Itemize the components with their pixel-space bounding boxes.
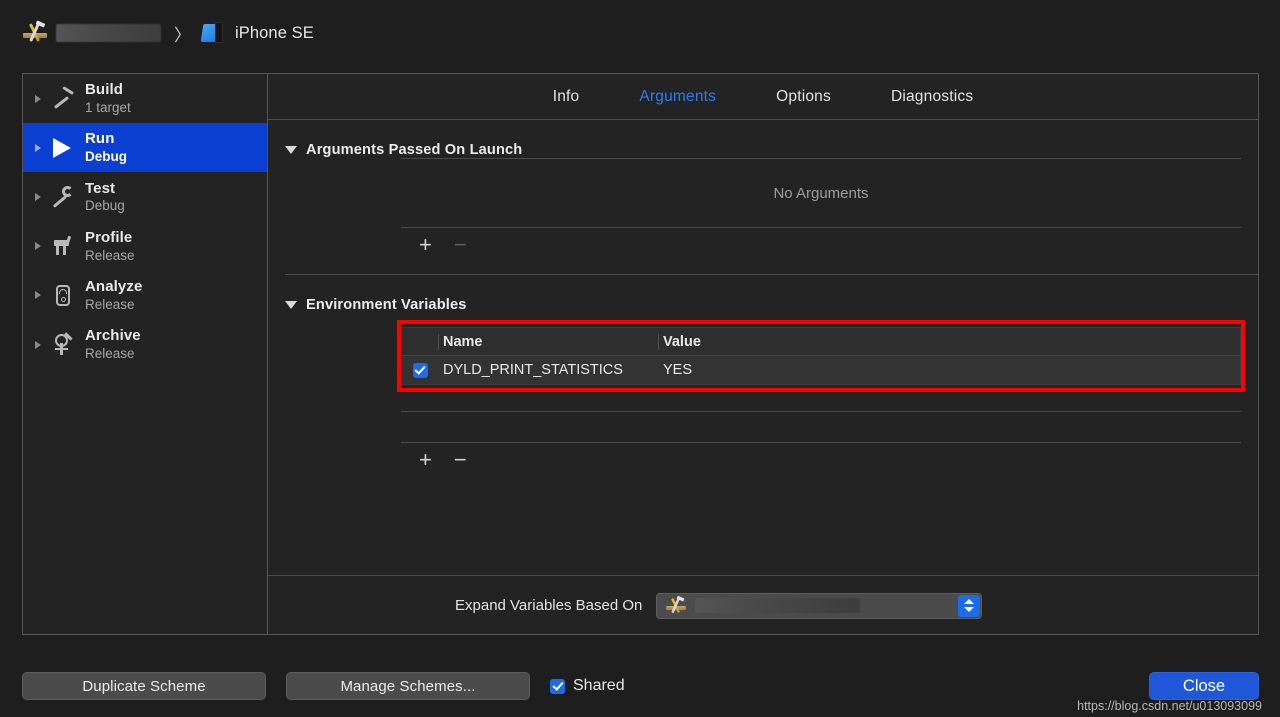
sidebar-item-subtitle: 1 target [85,99,131,115]
duplicate-scheme-button[interactable]: Duplicate Scheme [22,672,266,700]
disclosure-triangle-icon[interactable] [35,242,41,251]
scheme-actions-sidebar: Build 1 target Run Debug Test Debug Prof… [23,74,268,634]
environment-section-title: Environment Variables [306,297,467,313]
add-argument-button[interactable]: + [419,234,432,256]
add-environment-variable-button[interactable]: + [419,449,432,471]
tab-diagnostics[interactable]: Diagnostics [861,88,1003,106]
expand-variables-label: Expand Variables Based On [455,597,643,614]
checkmark-icon [412,362,428,378]
breadcrumb-separator-icon: 〉 [174,25,191,45]
sidebar-item-test[interactable]: Test Debug [23,172,267,221]
sidebar-item-profile[interactable]: Profile Release [23,222,267,271]
scheme-detail-pane: Info Arguments Options Diagnostics Argum… [268,74,1258,634]
tab-bar: Info Arguments Options Diagnostics [268,74,1258,120]
sidebar-item-build[interactable]: Build 1 target [23,74,267,123]
remove-argument-button[interactable]: − [454,234,467,256]
arguments-table: No Arguments + − [401,158,1241,262]
sidebar-item-subtitle: Release [85,345,135,361]
magnifier-icon [50,281,76,309]
sidebar-item-title: Profile [85,228,133,246]
shared-checkbox[interactable]: Shared [550,677,625,695]
simulator-icon [200,22,226,44]
breadcrumb-bar: 〉 iPhone SE [0,0,1280,66]
breadcrumb-device-label[interactable]: iPhone SE [235,24,314,43]
scheme-editor-window: Build 1 target Run Debug Test Debug Prof… [22,73,1259,635]
arguments-section-header[interactable]: Arguments Passed On Launch [285,142,1258,158]
column-header-name[interactable]: Name [438,333,658,350]
chevron-updown-icon[interactable] [958,594,981,617]
section-divider [285,274,1258,275]
expand-variables-dropdown[interactable] [656,592,983,619]
xcode-icon [666,595,687,616]
sidebar-item-subtitle: Debug [85,198,125,214]
xcode-icon [22,20,48,46]
dropdown-selected-value [695,598,861,613]
disclosure-triangle-icon[interactable] [285,146,297,154]
row-variable-value[interactable]: YES [658,362,1240,378]
play-icon [50,134,76,162]
expand-variables-row: Expand Variables Based On [268,576,1258,635]
sidebar-item-analyze[interactable]: Analyze Release [23,271,267,320]
disclosure-triangle-icon[interactable] [285,301,297,309]
wrench-icon [50,183,76,211]
arguments-empty-message: No Arguments [773,184,869,202]
disclosure-triangle-icon[interactable] [35,143,41,152]
sidebar-item-run[interactable]: Run Debug [23,123,267,173]
sidebar-item-title: Archive [85,327,141,345]
environment-section-header[interactable]: Environment Variables [285,297,1258,313]
disclosure-triangle-icon[interactable] [35,192,41,201]
table-header-row: Name Value [402,328,1240,356]
row-enabled-checkbox[interactable] [402,362,438,378]
sidebar-item-title: Run [85,130,115,148]
sidebar-item-title: Test [85,179,116,197]
watermark-text: https://blog.csdn.net/u013093099 [1077,699,1262,713]
gauge-icon [50,232,76,260]
sidebar-item-subtitle: Release [85,247,135,263]
tab-options[interactable]: Options [746,88,861,106]
archive-icon [50,331,76,359]
sidebar-item-title: Analyze [85,277,143,295]
column-header-value[interactable]: Value [658,333,1240,350]
environment-variables-table[interactable]: Name Value DYLD_PRINT_STATISTICS YES [401,327,1241,385]
tab-info[interactable]: Info [523,88,610,106]
row-variable-name[interactable]: DYLD_PRINT_STATISTICS [438,362,658,378]
breadcrumb-project-name[interactable] [56,24,161,42]
close-button[interactable]: Close [1149,672,1259,700]
hammer-icon [50,85,76,113]
disclosure-triangle-icon[interactable] [35,340,41,349]
sidebar-item-archive[interactable]: Archive Release [23,320,267,369]
manage-schemes-button[interactable]: Manage Schemes... [286,672,530,700]
disclosure-triangle-icon[interactable] [35,94,41,103]
disclosure-triangle-icon[interactable] [35,291,41,300]
arguments-controls: + − [401,228,1241,262]
arguments-section-title: Arguments Passed On Launch [306,142,523,158]
environment-controls: + − [401,443,1241,477]
tab-arguments[interactable]: Arguments [609,88,746,106]
remove-environment-variable-button[interactable]: − [454,449,467,471]
sidebar-item-title: Build [85,81,123,99]
table-row[interactable]: DYLD_PRINT_STATISTICS YES [402,356,1240,384]
shared-label: Shared [573,677,625,694]
sidebar-item-subtitle: Release [85,296,135,312]
environment-table-wrapper: Name Value DYLD_PRINT_STATISTICS YES [397,320,1245,392]
environment-controls-area: + − [401,411,1241,477]
sidebar-item-subtitle: Debug [85,149,127,165]
checkmark-icon [550,678,565,694]
